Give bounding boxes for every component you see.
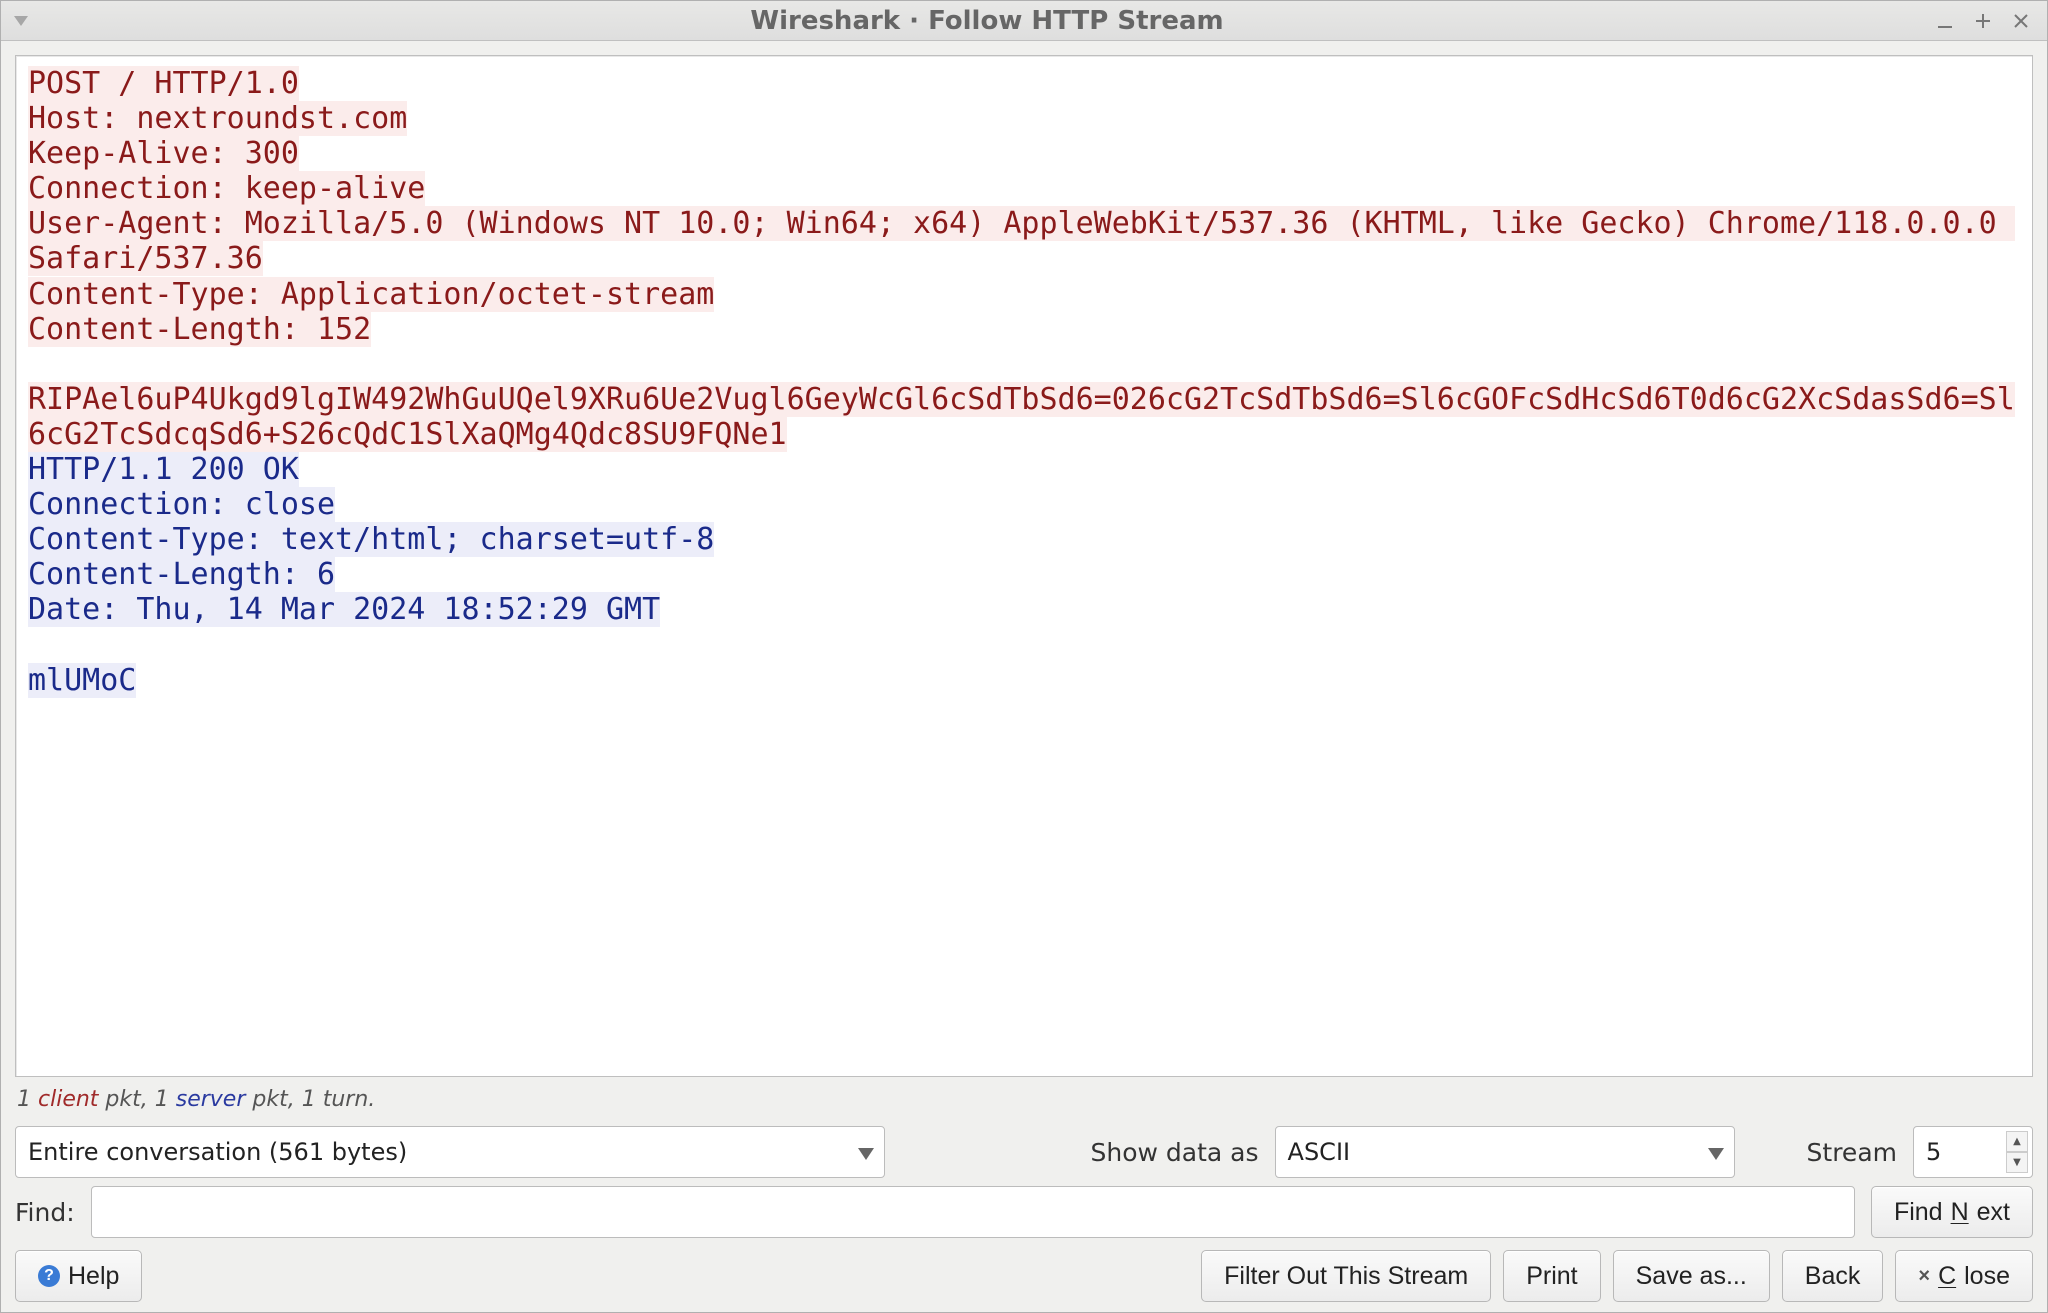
- stream-number-value: 5: [1926, 1138, 1941, 1166]
- conversation-dropdown[interactable]: Entire conversation (561 bytes): [15, 1126, 885, 1178]
- help-icon: ?: [38, 1265, 60, 1287]
- encoding-selected: ASCII: [1288, 1138, 1351, 1166]
- dialog-body: POST / HTTP/1.0 Host: nextroundst.com Ke…: [1, 41, 2047, 1312]
- show-data-as-label: Show data as: [1091, 1138, 1259, 1167]
- close-button[interactable]: × Close: [1895, 1250, 2033, 1302]
- print-button[interactable]: Print: [1503, 1250, 1600, 1302]
- stream-content[interactable]: POST / HTTP/1.0 Host: nextroundst.com Ke…: [15, 55, 2033, 1077]
- spinner-down-icon[interactable]: ▼: [2006, 1152, 2028, 1173]
- controls-row: Entire conversation (561 bytes) Show dat…: [15, 1126, 2033, 1178]
- chevron-down-icon: [858, 1138, 874, 1166]
- minimize-icon[interactable]: [1933, 9, 1957, 33]
- window-controls: [1933, 9, 2047, 33]
- find-next-button[interactable]: Find Next: [1871, 1186, 2033, 1238]
- titlebar[interactable]: Wireshark · Follow HTTP Stream: [1, 1, 2047, 41]
- find-input[interactable]: [91, 1186, 1855, 1238]
- spinner-up-icon[interactable]: ▲: [2006, 1131, 2028, 1152]
- print-label: Print: [1526, 1262, 1577, 1291]
- stream-label: Stream: [1807, 1138, 1897, 1167]
- filter-out-stream-button[interactable]: Filter Out This Stream: [1201, 1250, 1491, 1302]
- packet-stats: 1 client pkt, 1 server pkt, 1 turn.: [15, 1077, 2033, 1118]
- back-label: Back: [1805, 1262, 1861, 1291]
- chevron-down-icon: [1708, 1138, 1724, 1166]
- x-icon: ×: [1918, 1265, 1930, 1288]
- app-menu-icon[interactable]: [1, 16, 41, 26]
- find-label: Find:: [15, 1198, 75, 1227]
- stream-number-spinner[interactable]: 5 ▲ ▼: [1913, 1126, 2033, 1178]
- button-bar: ? Help Filter Out This Stream Print Save…: [15, 1250, 2033, 1302]
- window-title: Wireshark · Follow HTTP Stream: [41, 6, 1933, 36]
- encoding-dropdown[interactable]: ASCII: [1275, 1126, 1735, 1178]
- find-row: Find: Find Next: [15, 1186, 2033, 1238]
- help-button[interactable]: ? Help: [15, 1250, 142, 1302]
- help-label: Help: [68, 1262, 119, 1291]
- save-as-button[interactable]: Save as...: [1613, 1250, 1770, 1302]
- filter-out-label: Filter Out This Stream: [1224, 1262, 1468, 1291]
- close-icon[interactable]: [2009, 9, 2033, 33]
- maximize-icon[interactable]: [1971, 9, 1995, 33]
- back-button[interactable]: Back: [1782, 1250, 1884, 1302]
- conversation-selected: Entire conversation (561 bytes): [28, 1138, 407, 1166]
- follow-stream-window: Wireshark · Follow HTTP Stream POST / HT…: [0, 0, 2048, 1313]
- save-as-label: Save as...: [1636, 1262, 1747, 1291]
